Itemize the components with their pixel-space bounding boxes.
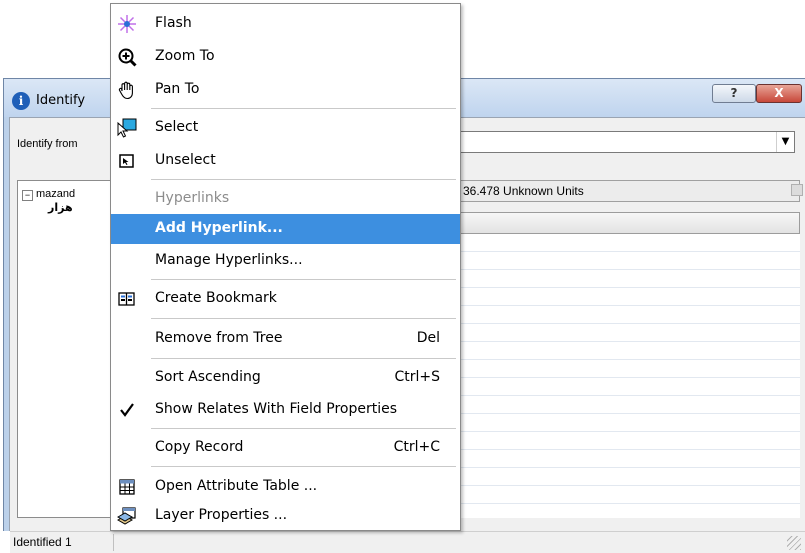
menu-item-pan-to[interactable]: Pan To xyxy=(111,75,460,105)
results-tree[interactable]: − mazand هزار xyxy=(17,180,122,518)
resize-grip-icon[interactable] xyxy=(787,536,801,550)
menu-item-shortcut: Ctrl+S xyxy=(394,369,440,385)
table-row[interactable] xyxy=(460,432,800,450)
menu-item-label: Hyperlinks xyxy=(155,190,230,206)
pan-hand-icon xyxy=(118,81,133,100)
unselect-feature-icon xyxy=(119,154,134,168)
menu-item-label: Sort Ascending xyxy=(155,369,261,385)
window-title: Identify xyxy=(36,93,86,108)
layer-properties-icon xyxy=(117,507,136,525)
table-row[interactable] xyxy=(460,342,800,360)
menu-item-zoom-to[interactable]: Zoom To xyxy=(111,42,460,72)
menu-item-label: Flash xyxy=(155,15,192,31)
table-row[interactable] xyxy=(460,414,800,432)
menu-item-label: Pan To xyxy=(155,81,200,97)
menu-item-label: Copy Record xyxy=(155,439,244,455)
menu-item-manage-hyperlinks[interactable]: Manage Hyperlinks... xyxy=(111,246,460,276)
location-field: 36.478 Unknown Units xyxy=(460,180,800,202)
table-row[interactable] xyxy=(460,360,800,378)
flash-icon xyxy=(118,15,136,33)
menu-item-hyperlinks: Hyperlinks xyxy=(111,184,460,214)
table-row[interactable] xyxy=(460,252,800,270)
menu-item-label: Remove from Tree xyxy=(155,330,283,346)
menu-item-label: Layer Properties ... xyxy=(155,507,288,523)
table-row[interactable] xyxy=(460,324,800,342)
table-row[interactable] xyxy=(460,396,800,414)
bookmark-icon xyxy=(118,292,135,306)
tree-layer-label: mazand xyxy=(36,188,76,200)
grid-header[interactable] xyxy=(460,212,800,234)
status-text: Identified 1 xyxy=(13,535,72,549)
menu-separator xyxy=(151,279,456,280)
attribute-grid[interactable] xyxy=(460,212,800,518)
menu-item-label: Show Relates With Field Properties xyxy=(155,401,398,417)
menu-item-add-hyperlink[interactable]: Add Hyperlink... xyxy=(111,214,460,244)
close-button[interactable]: X xyxy=(756,84,802,103)
info-icon: i xyxy=(12,92,30,110)
table-row[interactable] xyxy=(460,234,800,252)
menu-item-label: Unselect xyxy=(155,152,216,168)
collapse-icon[interactable]: − xyxy=(22,190,33,201)
chevron-down-icon[interactable]: ▼ xyxy=(776,132,794,152)
table-row[interactable] xyxy=(460,270,800,288)
zoom-in-icon xyxy=(118,48,137,67)
help-button[interactable]: ? xyxy=(712,84,756,103)
menu-item-open-attribute-table[interactable]: Open Attribute Table ... xyxy=(111,472,460,502)
menu-item-select[interactable]: Select xyxy=(111,113,460,143)
menu-item-show-relates[interactable]: Show Relates With Field Properties xyxy=(111,395,460,425)
location-button[interactable] xyxy=(791,184,803,196)
menu-item-create-bookmark[interactable]: Create Bookmark xyxy=(111,284,460,314)
menu-item-label: Manage Hyperlinks... xyxy=(155,252,303,268)
menu-separator xyxy=(151,358,456,359)
status-bar: Identified 1 xyxy=(10,531,805,553)
tree-feature-node[interactable]: هزار xyxy=(48,201,73,214)
menu-separator xyxy=(151,108,456,109)
menu-item-flash[interactable]: Flash xyxy=(111,9,460,39)
menu-item-label: Add Hyperlink... xyxy=(155,220,283,236)
menu-item-unselect[interactable]: Unselect xyxy=(111,146,460,176)
menu-item-label: Select xyxy=(155,119,199,135)
menu-separator xyxy=(151,466,456,467)
tree-layer-node[interactable]: − mazand xyxy=(22,188,75,201)
menu-separator xyxy=(151,179,456,180)
menu-separator xyxy=(151,428,456,429)
table-icon xyxy=(119,479,135,495)
menu-item-sort-ascending[interactable]: Sort Ascending Ctrl+S xyxy=(111,363,460,393)
menu-item-layer-properties[interactable]: Layer Properties ... xyxy=(111,501,460,531)
menu-item-label: Open Attribute Table ... xyxy=(155,478,318,494)
menu-item-label: Create Bookmark xyxy=(155,290,277,306)
table-row[interactable] xyxy=(460,468,800,486)
menu-item-label: Zoom To xyxy=(155,48,215,64)
table-row[interactable] xyxy=(460,486,800,504)
identify-from-label: Identify from xyxy=(17,138,78,150)
table-row[interactable] xyxy=(460,378,800,396)
status-divider xyxy=(113,534,114,551)
select-feature-icon xyxy=(117,118,137,138)
context-menu: Flash Zoom To Pan To Select Unselect Hyp… xyxy=(110,3,461,531)
menu-item-shortcut: Ctrl+C xyxy=(393,439,440,455)
table-row[interactable] xyxy=(460,306,800,324)
menu-item-remove-from-tree[interactable]: Remove from Tree Del xyxy=(111,324,460,354)
menu-separator xyxy=(151,318,456,319)
menu-item-copy-record[interactable]: Copy Record Ctrl+C xyxy=(111,433,460,463)
table-row[interactable] xyxy=(460,288,800,306)
table-row[interactable] xyxy=(460,450,800,468)
checkmark-icon xyxy=(120,403,134,417)
menu-item-shortcut: Del xyxy=(416,330,440,346)
